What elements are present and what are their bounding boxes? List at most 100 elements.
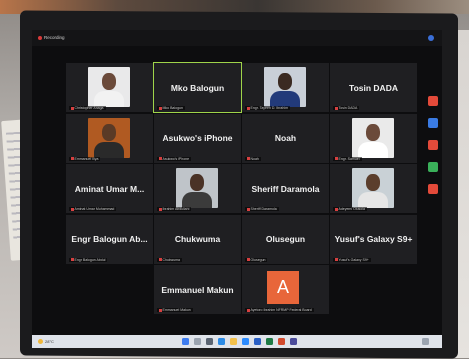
participant-label: Engr. Tayeen D. Ibrahim <box>245 106 290 110</box>
participant-label-text: Engr. Tayeen D. Ibrahim <box>250 106 288 110</box>
shield-icon[interactable] <box>428 35 434 41</box>
participant-label: Tosin DADA <box>333 106 360 110</box>
meeting-topbar: Recording <box>32 30 442 46</box>
participant-tile[interactable]: Aminat Umar M... Aminat Umar Muhammad <box>66 164 153 213</box>
app-icon[interactable] <box>428 118 438 128</box>
participant-tile[interactable]: Engr. Tayeen D. Ibrahim <box>242 63 329 112</box>
participant-tile[interactable]: Engr. Samuel <box>330 113 417 163</box>
participant-tile[interactable]: Emmanuel Makun Emmanuel Makun <box>154 265 241 314</box>
participant-label-text: Adeyemi Olusola <box>338 207 365 211</box>
notification-icon[interactable] <box>422 338 429 345</box>
participant-tile[interactable]: Adeyemi Olusola <box>330 164 417 213</box>
participant-video <box>352 168 394 208</box>
participant-label-text: Asukwo's iPhone <box>162 156 190 161</box>
mic-muted-icon <box>159 207 162 211</box>
participant-label: Adeyemi Olusola <box>333 207 367 211</box>
participant-tile[interactable]: Chukwuma Chukwuma <box>154 214 241 264</box>
participant-label: Ibrahim Abdullahi <box>157 207 192 211</box>
participant-tile[interactable]: Olusegun Olusegun <box>242 214 329 264</box>
mic-muted-icon <box>247 106 250 110</box>
participant-label-text: Christopher Anaga <box>74 106 104 110</box>
person-head <box>366 123 380 141</box>
participant-video <box>88 117 130 158</box>
task-view-icon[interactable] <box>206 338 213 345</box>
record-dot-icon <box>38 35 42 40</box>
participant-label: Olusegun <box>245 257 268 262</box>
participant-label: Sheriff Daramola <box>245 207 279 211</box>
participant-tile[interactable]: Sheriff Daramola Sheriff Daramola <box>242 164 329 213</box>
participant-tile[interactable]: A Ayetoro Ibrahim NFRMP Federal Board <box>242 265 329 314</box>
participant-label-text: Chukwuma <box>162 257 181 262</box>
participant-name: Olusegun <box>265 234 306 244</box>
participant-label-text: Yusuf's Galaxy S9+ <box>338 257 369 262</box>
participant-label-text: Engr. Samuel <box>338 156 360 161</box>
person-head <box>278 73 292 90</box>
mic-muted-icon <box>159 308 162 312</box>
mic-muted-icon <box>159 258 162 262</box>
participant-tile[interactable]: Yusuf's Galaxy S9+ Yusuf's Galaxy S9+ <box>330 214 417 264</box>
participant-label: Ayetoro Ibrahim NFRMP Federal Board <box>245 308 314 312</box>
participant-label: Aminat Umar Muhammad <box>69 207 117 211</box>
app-icon[interactable] <box>428 184 438 194</box>
weather-widget[interactable]: 28°C <box>38 338 60 345</box>
participant-label-text: Engr Balogun Abdul <box>74 257 106 262</box>
folder-icon[interactable] <box>230 338 237 345</box>
person-head <box>102 73 116 90</box>
participant-tile[interactable]: Mko Balogun Mko Balogun <box>153 62 242 113</box>
excel-icon[interactable] <box>266 338 273 345</box>
mic-muted-icon <box>71 207 74 211</box>
participant-tile[interactable]: Noah Noah <box>242 113 329 163</box>
teams-icon[interactable] <box>290 338 297 345</box>
participant-tile[interactable]: Emmanuel Iliya <box>66 113 153 163</box>
participant-name: Engr Balogun Ab... <box>71 234 148 244</box>
person-body <box>94 91 124 107</box>
participant-label-text: Ayetoro Ibrahim NFRMP Federal Board <box>250 308 312 312</box>
zoom-meeting-window: Recording Christopher Anaga Mko Balogun Mk… <box>32 30 442 348</box>
mic-muted-icon <box>159 157 162 161</box>
participant-label-text: Aminat Umar Muhammad <box>74 207 115 211</box>
mic-muted-icon <box>335 207 338 211</box>
app-icon[interactable] <box>428 140 438 150</box>
word-icon[interactable] <box>254 338 261 345</box>
participant-name: Yusuf's Galaxy S9+ <box>334 234 413 244</box>
person-body <box>182 192 212 208</box>
mic-muted-icon <box>247 207 250 211</box>
zoom-icon[interactable] <box>242 338 249 345</box>
recording-label: Recording <box>44 35 65 40</box>
participant-tile[interactable]: Tosin DADA Tosin DADA <box>330 63 417 112</box>
app-icon[interactable] <box>428 96 438 106</box>
participant-label: Emmanuel Makun <box>157 308 193 312</box>
participant-label: Asukwo's iPhone <box>157 156 192 161</box>
participant-name: Tosin DADA <box>349 82 398 93</box>
participant-label: Emmanuel Iliya <box>69 156 101 161</box>
recording-indicator[interactable]: Recording <box>38 35 80 43</box>
app-icon[interactable] <box>428 162 438 172</box>
participant-video <box>352 117 394 158</box>
participant-name: Sheriff Daramola <box>251 183 320 194</box>
participant-tile[interactable]: Asukwo's iPhone Asukwo's iPhone <box>154 113 241 163</box>
participant-video <box>176 168 218 208</box>
participant-label: Engr. Samuel <box>333 156 362 161</box>
participant-tile[interactable]: Engr Balogun Ab... Engr Balogun Abdul <box>66 214 153 264</box>
start-icon[interactable] <box>182 338 189 345</box>
participant-tile[interactable]: Ibrahim Abdullahi <box>154 164 241 213</box>
mic-muted-icon <box>335 106 338 110</box>
weather-temp: 28°C <box>45 339 54 344</box>
search-icon[interactable] <box>194 338 201 345</box>
windows-taskbar: 28°C <box>32 335 442 348</box>
mic-muted-icon <box>71 106 74 110</box>
participant-label-text: Sheriff Daramola <box>250 207 277 211</box>
person-head <box>366 174 380 191</box>
participant-label-text: Ibrahim Abdullahi <box>162 207 190 211</box>
edge-icon[interactable] <box>218 338 225 345</box>
participant-name: Emmanuel Makun <box>161 284 234 295</box>
mic-muted-icon <box>247 308 250 312</box>
participant-name: Aminat Umar M... <box>74 183 145 194</box>
participant-name: Chukwuma <box>174 234 221 244</box>
participant-tile[interactable]: Christopher Anaga <box>66 63 153 112</box>
person-head <box>102 123 116 141</box>
powerpoint-icon[interactable] <box>278 338 285 345</box>
mic-muted-icon <box>247 157 250 161</box>
participant-label-text: Emmanuel Iliya <box>74 156 99 161</box>
person-head <box>190 174 204 191</box>
